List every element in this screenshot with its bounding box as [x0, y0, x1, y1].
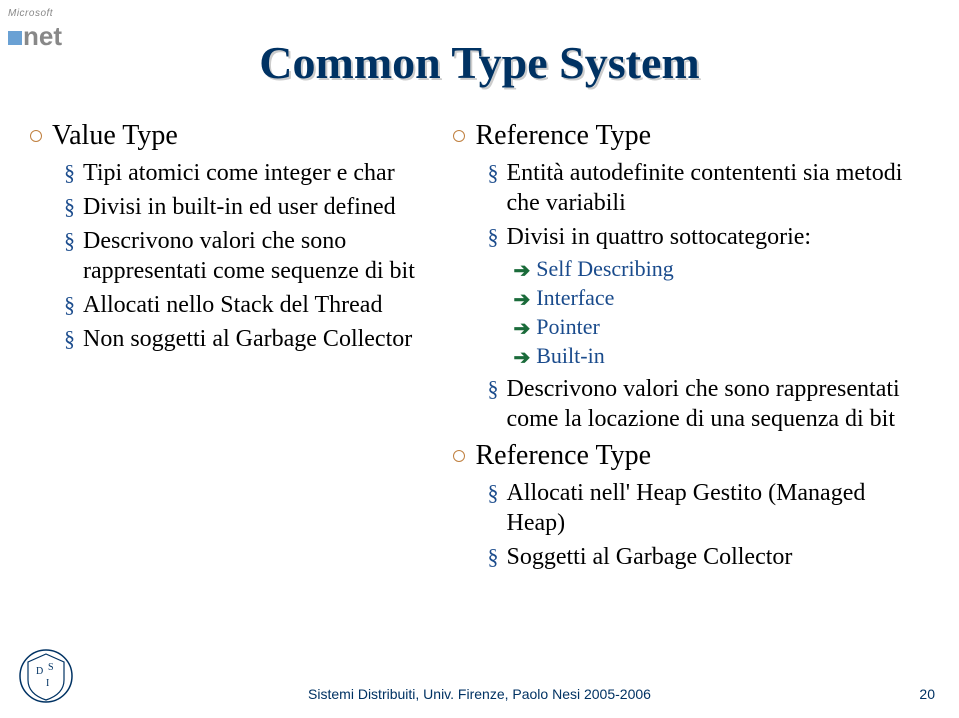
- arrow-bullet-icon: ➔: [513, 316, 530, 341]
- svg-text:D: D: [36, 666, 43, 677]
- right-list-1: § Entità autodefinite contententi sia me…: [487, 158, 929, 434]
- club-bullet-icon: §: [487, 480, 498, 506]
- circle-bullet-icon: [453, 450, 465, 462]
- club-bullet-icon: §: [487, 224, 498, 250]
- page-number: 20: [919, 686, 935, 702]
- list-text: Divisi in quattro sottocategorie:: [506, 222, 811, 252]
- list-item: § Non soggetti al Garbage Collector: [64, 324, 443, 354]
- club-bullet-icon: §: [64, 292, 75, 318]
- list-item: § Tipi atomici come integer e char: [64, 158, 443, 188]
- sub-item: ➔ Built-in: [513, 343, 929, 370]
- right-heading-1: Reference Type: [475, 120, 651, 152]
- club-bullet-icon: §: [487, 544, 498, 570]
- left-heading-row: Value Type: [30, 120, 443, 152]
- right-heading-row-2: Reference Type: [453, 440, 929, 472]
- list-item: § Entità autodefinite contententi sia me…: [487, 158, 929, 218]
- list-text: Non soggetti al Garbage Collector: [83, 324, 412, 354]
- right-heading-2: Reference Type: [475, 440, 651, 472]
- sub-list: ➔ Self Describing ➔ Interface ➔ Pointer …: [513, 256, 929, 370]
- arrow-bullet-icon: ➔: [513, 345, 530, 370]
- sub-item: ➔ Self Describing: [513, 256, 929, 283]
- list-text: Entità autodefinite contententi sia meto…: [506, 158, 929, 218]
- list-item: § Descrivono valori che sono rappresenta…: [64, 226, 443, 286]
- sub-item: ➔ Pointer: [513, 314, 929, 341]
- slide-title: Common Type System Common Type System: [0, 36, 959, 89]
- circle-bullet-icon: [453, 130, 465, 142]
- left-list: § Tipi atomici come integer e char § Div…: [64, 158, 443, 354]
- left-column: Value Type § Tipi atomici come integer e…: [30, 120, 443, 576]
- right-list-2: § Allocati nell' Heap Gestito (Managed H…: [487, 478, 929, 572]
- sub-text: Pointer: [536, 314, 600, 340]
- club-bullet-icon: §: [64, 326, 75, 352]
- club-bullet-icon: §: [487, 160, 498, 186]
- list-item: § Allocati nello Stack del Thread: [64, 290, 443, 320]
- club-bullet-icon: §: [64, 194, 75, 220]
- sub-item: ➔ Interface: [513, 285, 929, 312]
- list-item: § Soggetti al Garbage Collector: [487, 542, 929, 572]
- brand-text: Microsoft: [8, 8, 98, 19]
- list-text: Allocati nello Stack del Thread: [83, 290, 382, 320]
- left-heading: Value Type: [52, 120, 178, 152]
- right-column: Reference Type § Entità autodefinite con…: [453, 120, 929, 576]
- arrow-bullet-icon: ➔: [513, 287, 530, 312]
- list-item: § Allocati nell' Heap Gestito (Managed H…: [487, 478, 929, 538]
- footer-text: Sistemi Distribuiti, Univ. Firenze, Paol…: [0, 686, 959, 702]
- list-text: Soggetti al Garbage Collector: [506, 542, 792, 572]
- club-bullet-icon: §: [64, 228, 75, 254]
- arrow-bullet-icon: ➔: [513, 258, 530, 283]
- club-bullet-icon: §: [64, 160, 75, 186]
- right-heading-row: Reference Type: [453, 120, 929, 152]
- circle-bullet-icon: [30, 130, 42, 142]
- list-item: § Divisi in quattro sottocategorie:: [487, 222, 929, 252]
- list-text: Allocati nell' Heap Gestito (Managed Hea…: [506, 478, 929, 538]
- list-text: Tipi atomici come integer e char: [83, 158, 395, 188]
- sub-text: Self Describing: [536, 256, 673, 282]
- content-columns: Value Type § Tipi atomici come integer e…: [30, 120, 929, 576]
- sub-text: Built-in: [536, 343, 604, 369]
- list-text: Descrivono valori che sono rappresentati…: [83, 226, 443, 286]
- list-text: Descrivono valori che sono rappresentati…: [506, 374, 929, 434]
- list-item: § Descrivono valori che sono rappresenta…: [487, 374, 929, 434]
- club-bullet-icon: §: [487, 376, 498, 402]
- list-text: Divisi in built-in ed user defined: [83, 192, 396, 222]
- svg-text:S: S: [48, 662, 54, 673]
- list-item: § Divisi in built-in ed user defined: [64, 192, 443, 222]
- sub-text: Interface: [536, 285, 614, 311]
